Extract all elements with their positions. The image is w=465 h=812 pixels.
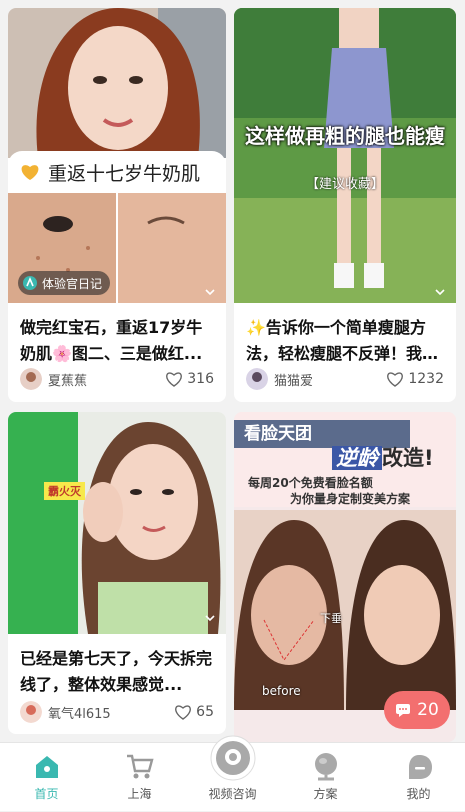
post-image-2[interactable]: 这样做再粗的腿也能瘦 【建议收藏】 — [234, 8, 456, 303]
banner-line-1: 每周20个免费看脸名额 — [248, 476, 373, 490]
tag-icon — [23, 276, 37, 290]
post-meta: 夏蕉蕉 316 — [20, 367, 214, 391]
tag-label: 体验官日记 — [42, 276, 103, 291]
content-feed: 重返十七岁牛奶肌 体验官日记 做完红宝石，重返17岁牛奶肌🌸图二、三是做红...… — [0, 0, 465, 742]
nav-label-plan: 方案 — [313, 787, 338, 801]
overlay-title: 这样做再粗的腿也能瘦 — [245, 124, 445, 148]
like-count: 1232 — [408, 371, 444, 387]
heart-emoji-icon — [21, 165, 39, 180]
tag-badge: 体验官日记 — [18, 271, 111, 295]
like-count: 65 — [196, 704, 214, 720]
chat-bubble-button[interactable]: 20 — [384, 691, 450, 729]
banner-headline: 逆龄 改造! — [332, 442, 434, 472]
chevron-down-icon[interactable] — [204, 612, 216, 624]
like-button[interactable]: 316 — [165, 371, 214, 387]
post-title[interactable]: 做完红宝石，重返17岁牛奶肌🌸图二、三是做红... — [20, 315, 216, 367]
post-meta: 氧气4l615 65 — [20, 700, 214, 724]
chat-count: 20 — [417, 700, 439, 720]
post-image-3[interactable]: 霸火灭 — [8, 412, 226, 634]
banner-line-2: 为你量身定制变美方案 — [290, 492, 411, 506]
video-chat-icon — [210, 735, 255, 781]
home-icon — [35, 756, 58, 778]
heart-icon — [175, 705, 191, 720]
like-count: 316 — [187, 371, 214, 387]
selfie-photo — [8, 412, 226, 634]
cart-icon — [126, 754, 154, 779]
photo-label-2: before — [262, 684, 301, 698]
overlay-sticker: 霸火灭 — [44, 482, 85, 500]
avatar[interactable] — [246, 368, 268, 390]
message-icon — [396, 704, 411, 717]
avatar[interactable] — [20, 368, 42, 390]
nav-item-video-consult[interactable]: 视频咨询 — [186, 735, 279, 812]
before-after-photo — [234, 510, 456, 710]
post-title[interactable]: 已经是第七天了，今天拆完线了，整体效果感觉... — [20, 646, 216, 698]
photo-label-1: 下垂 — [320, 612, 342, 625]
overlay-subtitle: 【建议收藏】 — [305, 177, 384, 192]
post-card-3[interactable]: 霸火灭 已经是第七天了，今天拆完线了，整体效果感觉... 氧气4l615 65 — [8, 412, 226, 734]
nav-item-shanghai[interactable]: 上海 — [93, 743, 186, 812]
banner-suffix: 改造! — [382, 446, 434, 470]
post-meta: 猫猫爱 1232 — [246, 367, 444, 391]
author-name[interactable]: 猫猫爱 — [274, 370, 386, 389]
chevron-down-icon[interactable] — [434, 286, 446, 298]
overlay-title-box: 重返十七岁牛奶肌 — [8, 151, 226, 193]
nav-label-home: 首页 — [34, 787, 59, 801]
author-name[interactable]: 夏蕉蕉 — [48, 370, 165, 389]
heart-icon — [166, 372, 183, 387]
banner-highlight: 逆龄 — [332, 446, 382, 470]
plan-icon — [314, 753, 337, 781]
nav-label-video-consult: 视频咨询 — [208, 787, 257, 801]
heart-icon — [387, 372, 404, 387]
legs-photo — [234, 8, 456, 303]
promo-banner: 看脸天团 逆龄 改造! 每周20个免费看脸名额 为你量身定制变美方案 — [234, 412, 456, 507]
nav-item-mine[interactable]: 我的 — [372, 743, 465, 812]
profile-icon — [408, 755, 432, 779]
author-name[interactable]: 氧气4l615 — [48, 703, 174, 722]
banner-title: 看脸天团 — [244, 424, 312, 444]
post-card-1[interactable]: 重返十七岁牛奶肌 体验官日记 做完红宝石，重返17岁牛奶肌🌸图二、三是做红...… — [8, 8, 226, 402]
nav-item-home[interactable]: 首页 — [0, 743, 93, 812]
overlay-title: 重返十七岁牛奶肌 — [48, 162, 201, 185]
nav-label-shanghai: 上海 — [127, 787, 152, 801]
avatar[interactable] — [20, 701, 42, 723]
nav-label-mine: 我的 — [406, 787, 431, 801]
post-image-1[interactable]: 重返十七岁牛奶肌 体验官日记 — [8, 8, 226, 303]
like-button[interactable]: 1232 — [386, 371, 444, 387]
post-title[interactable]: ✨告诉你一个简单瘦腿方法，轻松瘦腿不反弹！我的... — [246, 315, 446, 367]
bottom-nav: 首页 上海 视频咨询 方案 我的 — [0, 735, 465, 812]
nav-item-plan[interactable]: 方案 — [279, 743, 372, 812]
chevron-down-icon[interactable] — [204, 286, 216, 298]
like-button[interactable]: 65 — [174, 704, 214, 720]
post-card-2[interactable]: 这样做再粗的腿也能瘦 【建议收藏】 ✨告诉你一个简单瘦腿方法，轻松瘦腿不反弹！我… — [234, 8, 456, 402]
